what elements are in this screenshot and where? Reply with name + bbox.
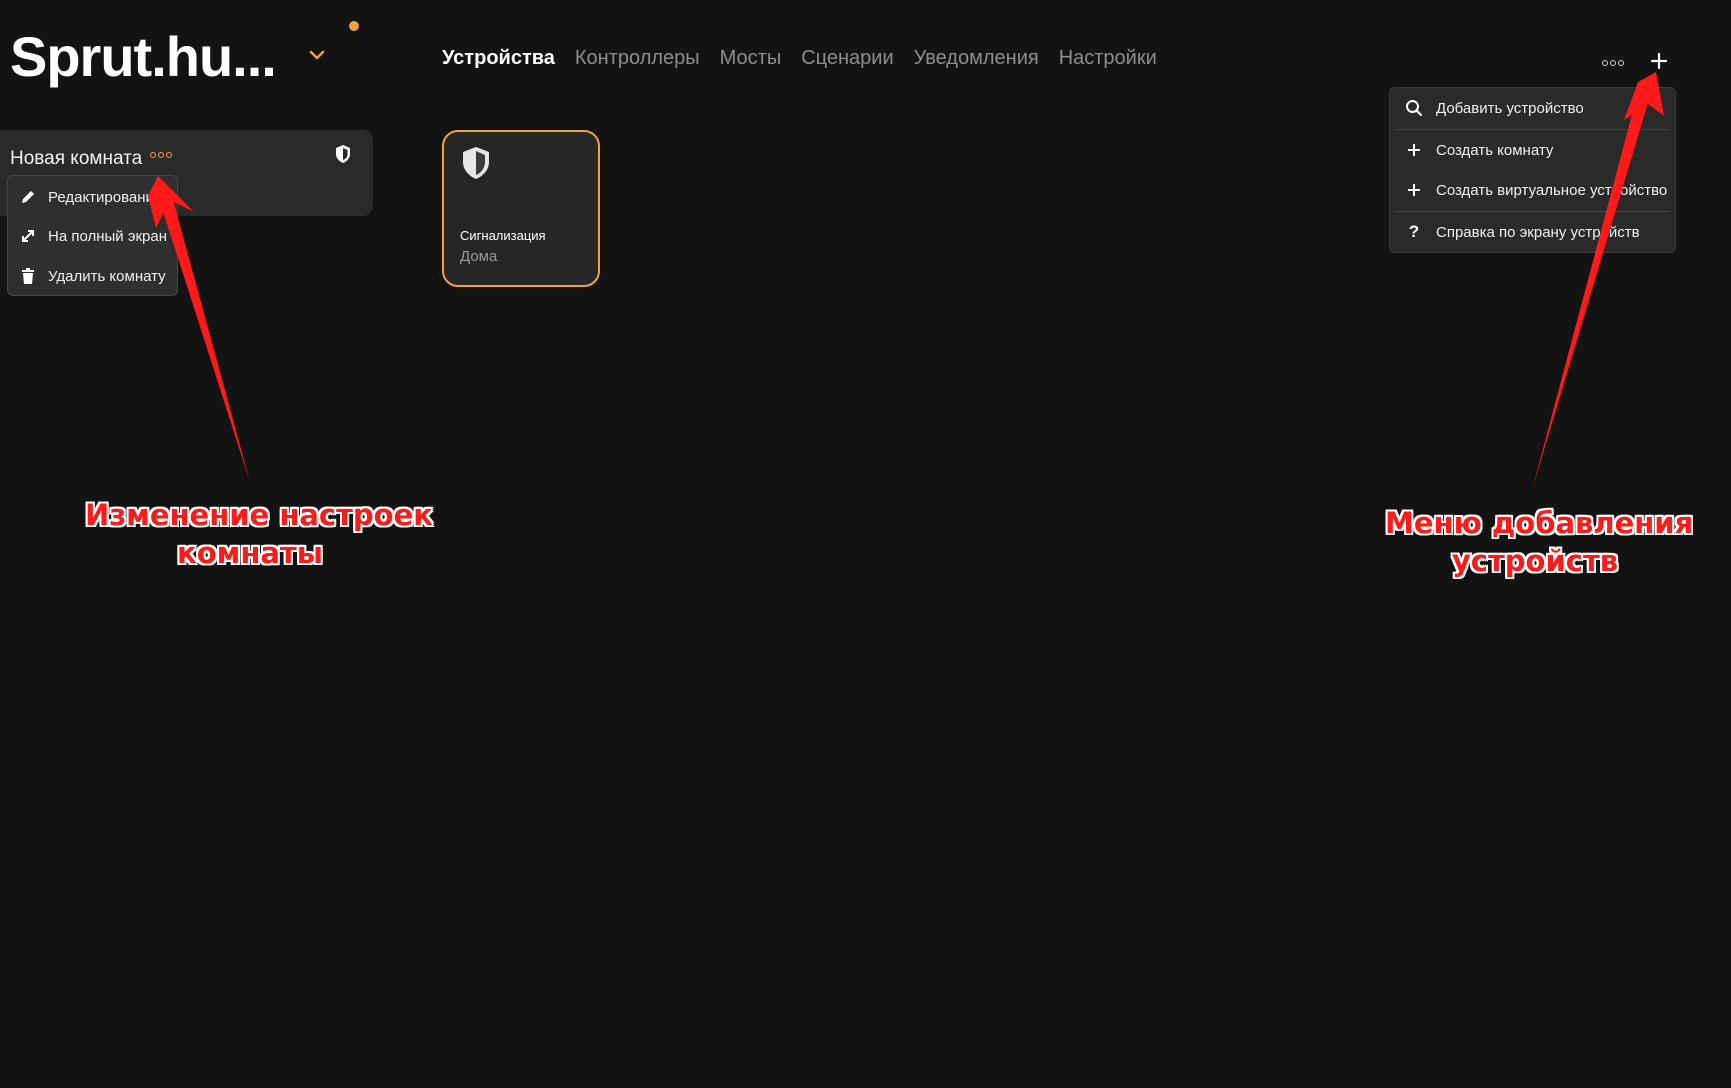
pencil-icon — [18, 187, 38, 207]
menu-item-label: Добавить устройство — [1436, 99, 1584, 117]
menu-item-create-virtual-device[interactable]: Создать виртуальное устройство — [1390, 170, 1675, 210]
top-nav: Устройства Контроллеры Мосты Сценарии Ув… — [442, 44, 1157, 72]
expand-icon — [18, 226, 38, 246]
menu-item-delete-room[interactable]: Удалить комнату — [8, 258, 177, 294]
menu-item-label: Справка по экрану устройств — [1436, 223, 1640, 241]
annotation-add-menu: Меню добавления устройств — [1385, 506, 1694, 578]
question-icon: ? — [1408, 222, 1420, 241]
room-title: Новая комната — [10, 148, 143, 169]
menu-item-add-device[interactable]: Добавить устройство — [1390, 88, 1675, 128]
device-name: Сигнализация — [460, 228, 546, 243]
plus-icon — [1402, 178, 1426, 202]
add-plus-icon[interactable] — [1648, 50, 1670, 72]
add-device-menu: Добавить устройство Создать комнату Созд… — [1389, 87, 1676, 253]
chevron-down-icon[interactable] — [306, 44, 328, 66]
tab-scenarios[interactable]: Сценарии — [801, 44, 893, 72]
menu-item-help[interactable]: ? Справка по экрану устройств — [1390, 212, 1675, 252]
room-context-menu: Редактирование На полный экран Удалить к… — [7, 175, 178, 296]
search-icon — [1402, 96, 1426, 120]
menu-item-label: Создать виртуальное устройство — [1436, 181, 1668, 199]
menu-item-create-room[interactable]: Создать комнату — [1390, 130, 1675, 170]
menu-item-label: На полный экран — [48, 227, 168, 245]
tab-controllers[interactable]: Контроллеры — [575, 44, 700, 72]
menu-item-fullscreen[interactable]: На полный экран — [8, 218, 177, 254]
tab-notifications[interactable]: Уведомления — [914, 44, 1039, 72]
shield-icon — [463, 147, 489, 179]
trash-icon — [18, 266, 38, 286]
more-options-icon[interactable] — [1602, 55, 1628, 71]
room-options-icon[interactable] — [150, 152, 172, 158]
hub-name[interactable]: Sprut.hu... — [10, 22, 277, 92]
menu-item-label: Редактирование — [48, 188, 163, 206]
menu-item-edit[interactable]: Редактирование — [8, 179, 177, 215]
tab-devices[interactable]: Устройства — [442, 44, 555, 72]
annotation-room-settings: Изменение настроек комнаты — [85, 498, 433, 570]
status-dot — [349, 21, 359, 31]
tab-settings[interactable]: Настройки — [1059, 44, 1157, 72]
device-state: Дома — [460, 248, 498, 265]
tab-bridges[interactable]: Мосты — [720, 44, 782, 72]
plus-icon — [1402, 138, 1426, 162]
shield-icon[interactable] — [334, 144, 352, 164]
menu-item-label: Создать комнату — [1436, 141, 1554, 159]
menu-item-label: Удалить комнату — [48, 267, 166, 285]
